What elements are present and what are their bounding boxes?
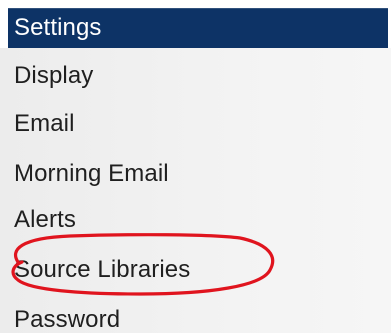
- settings-panel: Settings Display Email Morning Email Ale…: [0, 0, 391, 333]
- settings-title: Settings: [14, 14, 102, 41]
- settings-header-bar: Settings: [8, 8, 388, 48]
- menu-item-password[interactable]: Password: [14, 306, 120, 333]
- menu-item-morning-email[interactable]: Morning Email: [14, 160, 169, 188]
- menu-item-email[interactable]: Email: [14, 110, 75, 138]
- menu-item-display[interactable]: Display: [14, 62, 93, 90]
- menu-item-alerts[interactable]: Alerts: [14, 206, 76, 234]
- menu-item-source-libraries[interactable]: Source Libraries: [14, 256, 190, 284]
- settings-menu: Display Email Morning Email Alerts Sourc…: [0, 48, 391, 333]
- settings-header-area: Settings: [0, 0, 391, 48]
